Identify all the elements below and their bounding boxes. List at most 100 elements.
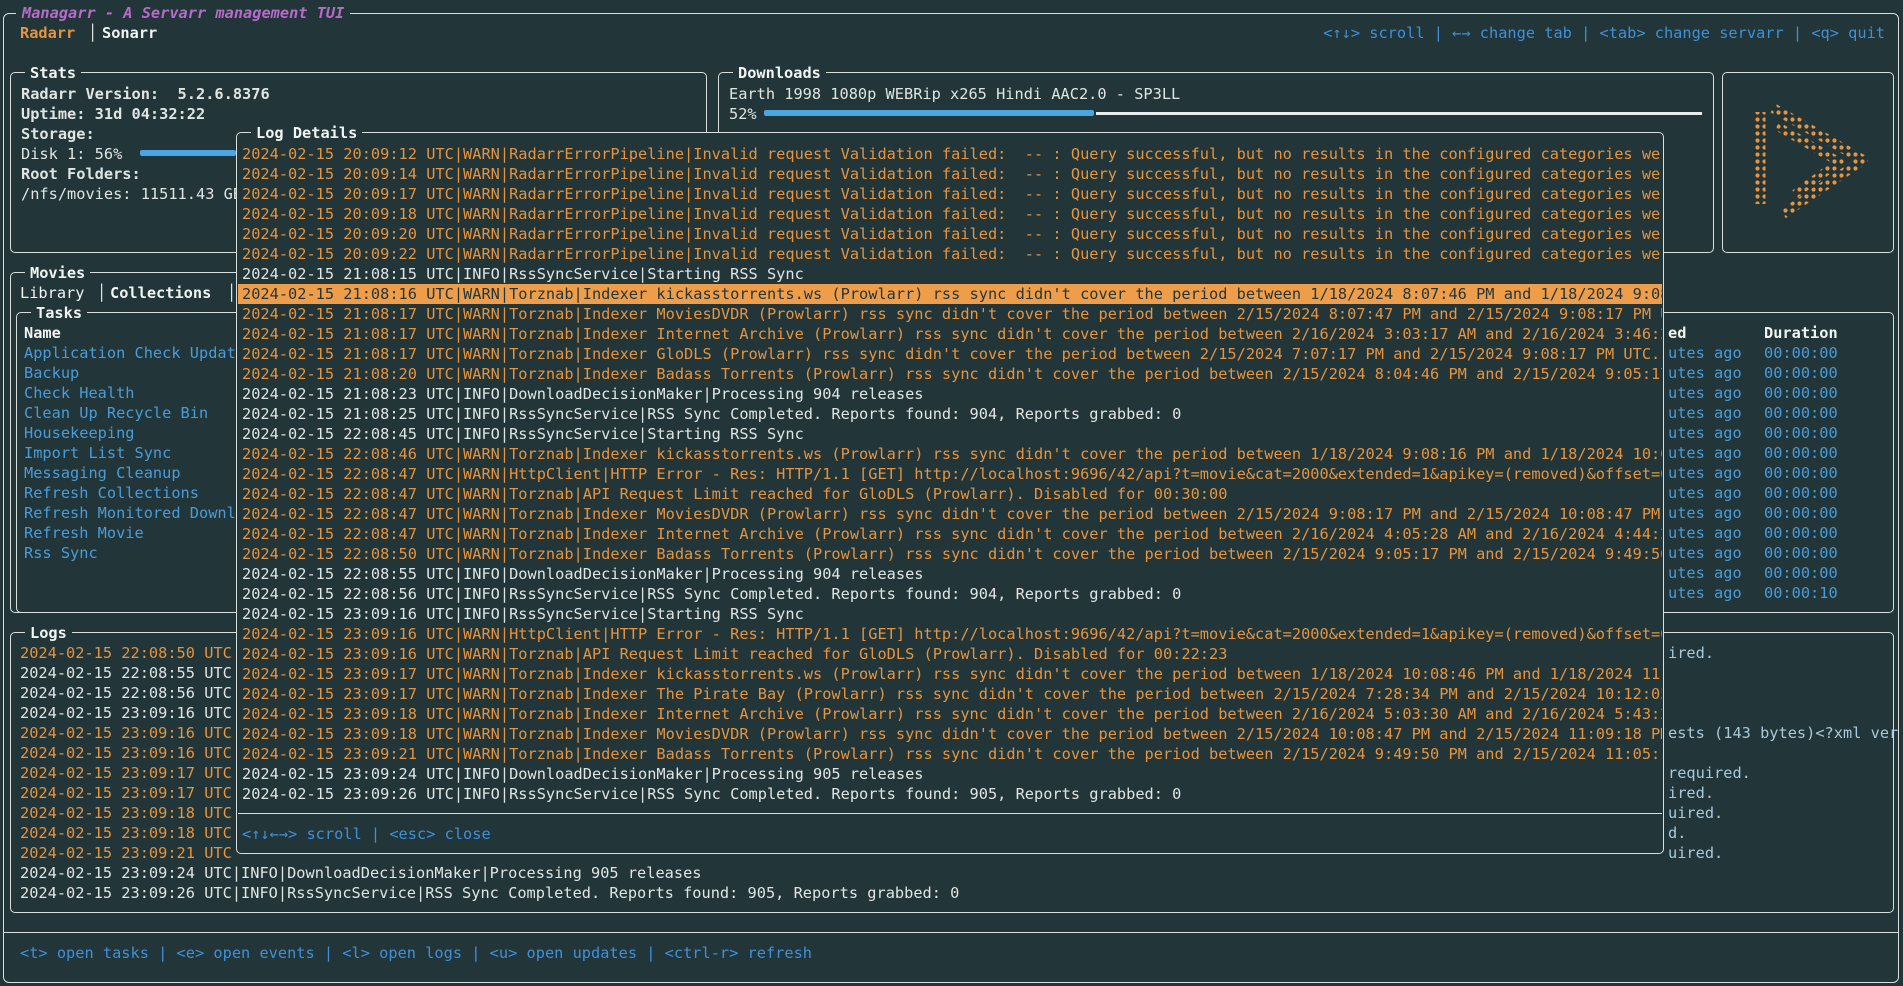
event-row: utes ago00:00:00 [1668,523,1742,543]
task-item[interactable]: Clean Up Recycle Bin [24,403,236,423]
event-row: utes ago00:00:00 [1668,363,1742,383]
stats-disk-label: Disk 1: 56% [21,144,122,164]
event-row: utes ago00:00:00 [1668,483,1742,503]
tab-library[interactable]: Library [20,283,84,303]
log-detail-row[interactable]: 2024-02-15 20:09:14 UTC|WARN|RadarrError… [238,164,1662,184]
log-detail-row[interactable]: 2024-02-15 23:09:26 UTC|INFO|RssSyncServ… [238,784,1662,804]
log-entry-fragment: required. [1668,763,1898,783]
log-detail-row[interactable]: 2024-02-15 22:08:47 UTC|WARN|HttpClient|… [238,464,1662,484]
log-detail-row[interactable]: 2024-02-15 21:08:17 UTC|WARN|Torznab|Ind… [238,344,1662,364]
stats-panel-title: Stats [25,63,81,83]
modal-footer-divider [238,813,1662,814]
log-detail-row[interactable]: 2024-02-15 21:08:17 UTC|WARN|Torznab|Ind… [238,304,1662,324]
log-entry-fragment [1668,703,1898,723]
log-detail-row[interactable]: 2024-02-15 20:09:18 UTC|WARN|RadarrError… [238,204,1662,224]
log-detail-row[interactable]: 2024-02-15 21:08:15 UTC|INFO|RssSyncServ… [238,264,1662,284]
stats-storage-label: Storage: [21,124,95,144]
log-detail-row[interactable]: 2024-02-15 20:09:20 UTC|WARN|RadarrError… [238,224,1662,244]
event-row: utes ago00:00:00 [1668,403,1742,423]
log-detail-row[interactable]: 2024-02-15 21:08:17 UTC|WARN|Torznab|Ind… [238,324,1662,344]
task-item[interactable]: Application Check Updat [24,343,236,363]
log-detail-row[interactable]: 2024-02-15 22:08:47 UTC|WARN|Torznab|API… [238,484,1662,504]
logs-right-fragments: ired.ests (143 bytes)<?xml verrequired.i… [1668,643,1898,863]
events-rows: utes ago00:00:00utes ago00:00:00utes ago… [1668,343,1742,603]
event-row: utes ago00:00:00 [1668,383,1742,403]
log-detail-row[interactable]: 2024-02-15 21:08:25 UTC|INFO|RssSyncServ… [238,404,1662,424]
events-duration-header: Duration [1764,323,1838,343]
tab-collections[interactable]: Collections [110,283,211,303]
log-details-list: 2024-02-15 20:09:12 UTC|WARN|RadarrError… [238,144,1662,804]
event-row: utes ago00:00:00 [1668,423,1742,443]
movies-tab-divider: │ [97,283,106,303]
log-detail-row[interactable]: 2024-02-15 21:08:16 UTC|WARN|Torznab|Ind… [238,284,1662,304]
log-detail-row[interactable]: 2024-02-15 22:08:50 UTC|WARN|Torznab|Ind… [238,544,1662,564]
event-row: utes ago00:00:10 [1668,583,1742,603]
event-row: utes ago00:00:00 [1668,563,1742,583]
task-item[interactable]: Rss Sync [24,543,236,563]
tasks-name-header: Name [24,323,61,343]
log-detail-row[interactable]: 2024-02-15 23:09:16 UTC|INFO|RssSyncServ… [238,604,1662,624]
task-item[interactable]: Refresh Collections [24,483,236,503]
stats-root-folder-value: /nfs/movies: 11511.43 GB [21,184,242,204]
log-detail-row[interactable]: 2024-02-15 20:09:12 UTC|WARN|RadarrError… [238,144,1662,164]
tab-sonarr[interactable]: Sonarr [102,23,157,43]
top-keybind-bar: <↑↓> scroll | ←→ change tab | <tab> chan… [1323,23,1885,43]
log-entry-fragment [1668,663,1898,683]
task-item[interactable]: Refresh Movie [24,523,236,543]
task-item[interactable]: Housekeeping [24,423,236,443]
tasks-panel-title: Tasks [31,303,87,323]
disk-usage-bar [140,150,236,156]
log-detail-row[interactable]: 2024-02-15 22:08:45 UTC|INFO|RssSyncServ… [238,424,1662,444]
log-detail-row[interactable]: 2024-02-15 20:09:17 UTC|WARN|RadarrError… [238,184,1662,204]
log-entry-fragment [1668,743,1898,763]
log-details-modal-keybinds: <↑↓←→> scroll | <esc> close [242,824,491,844]
bottom-keybind-bar: <t> open tasks | <e> open events | <l> o… [20,943,812,963]
log-detail-row[interactable]: 2024-02-15 23:09:16 UTC|WARN|Torznab|API… [238,644,1662,664]
download-item[interactable]: Earth 1998 1080p WEBRip x265 Hindi AAC2.… [729,84,1180,104]
event-row: utes ago00:00:00 [1668,503,1742,523]
download-percent: 52% [729,104,757,124]
log-entry-fragment: d. [1668,823,1898,843]
log-detail-row[interactable]: 2024-02-15 21:08:20 UTC|WARN|Torznab|Ind… [238,364,1662,384]
log-detail-row[interactable]: 2024-02-15 23:09:16 UTC|WARN|HttpClient|… [238,624,1662,644]
help-bar-divider [3,932,1899,933]
stats-uptime: Uptime: 31d 04:32:22 [21,104,205,124]
log-detail-row[interactable]: 2024-02-15 20:09:22 UTC|WARN|RadarrError… [238,244,1662,264]
movies-tab-divider-2: │ [227,283,236,303]
logs-panel-title: Logs [25,623,72,643]
events-queued-header: ed [1668,323,1686,343]
log-entry-fragment: ired. [1668,643,1898,663]
logo-panel [1722,72,1894,253]
task-item[interactable]: Import List Sync [24,443,236,463]
log-detail-row[interactable]: 2024-02-15 22:08:47 UTC|WARN|Torznab|Ind… [238,524,1662,544]
log-detail-row[interactable]: 2024-02-15 23:09:17 UTC|WARN|Torznab|Ind… [238,664,1662,684]
log-detail-row[interactable]: 2024-02-15 21:08:23 UTC|INFO|DownloadDec… [238,384,1662,404]
download-progress-bar [764,110,1094,116]
task-item[interactable]: Messaging Cleanup [24,463,236,483]
log-detail-row[interactable]: 2024-02-15 22:08:55 UTC|INFO|DownloadDec… [238,564,1662,584]
log-detail-row[interactable]: 2024-02-15 22:08:56 UTC|INFO|RssSyncServ… [238,584,1662,604]
radarr-logo-icon [1733,100,1883,224]
log-entry-fragment: uired. [1668,843,1898,863]
tab-divider: │ [88,23,97,43]
log-detail-row[interactable]: 2024-02-15 23:09:18 UTC|WARN|Torznab|Ind… [238,704,1662,724]
app-title: Managarr - A Servarr management TUI [16,3,350,23]
log-detail-row[interactable]: 2024-02-15 23:09:21 UTC|WARN|Torznab|Ind… [238,744,1662,764]
tab-radarr[interactable]: Radarr [20,23,75,43]
downloads-panel-title: Downloads [733,63,826,83]
log-entry-fragment: ests (143 bytes)<?xml ver [1668,723,1898,743]
log-entry-fragment: ired. [1668,783,1898,803]
log-details-modal-title: Log Details [251,123,362,143]
log-detail-row[interactable]: 2024-02-15 22:08:47 UTC|WARN|Torznab|Ind… [238,504,1662,524]
tasks-list: Application Check UpdatBackupCheck Healt… [24,343,236,563]
log-entry: 2024-02-15 23:09:24 UTC|INFO|DownloadDec… [20,863,959,883]
task-item[interactable]: Check Health [24,383,236,403]
download-progress-track [1096,112,1702,115]
event-row: utes ago00:00:00 [1668,463,1742,483]
task-item[interactable]: Backup [24,363,236,383]
log-detail-row[interactable]: 2024-02-15 23:09:24 UTC|INFO|DownloadDec… [238,764,1662,784]
task-item[interactable]: Refresh Monitored Downl [24,503,236,523]
log-detail-row[interactable]: 2024-02-15 23:09:18 UTC|WARN|Torznab|Ind… [238,724,1662,744]
log-detail-row[interactable]: 2024-02-15 22:08:46 UTC|WARN|Torznab|Ind… [238,444,1662,464]
log-detail-row[interactable]: 2024-02-15 23:09:17 UTC|WARN|Torznab|Ind… [238,684,1662,704]
